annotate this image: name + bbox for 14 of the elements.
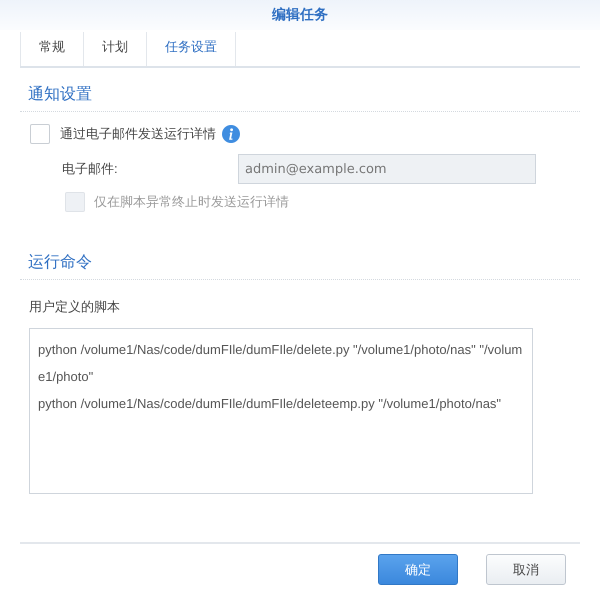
checkbox-label: 通过电子邮件发送运行详情 xyxy=(60,125,216,143)
tab[interactable]: 计划 xyxy=(83,32,146,66)
info-icon xyxy=(222,125,240,143)
cancel-button[interactable]: 取消 xyxy=(486,554,566,585)
script-label: 用户定义的脚本 xyxy=(29,298,121,316)
email-label: 电子邮件: xyxy=(62,160,119,178)
checkbox[interactable] xyxy=(30,124,50,144)
window-title: 编辑任务 xyxy=(272,6,328,24)
tab[interactable]: 常规 xyxy=(20,32,83,66)
script-textarea[interactable]: python /volume1/Nas/code/dumFIle/dumFIle/delete.py "/volume1/photo/nas" "/volume1/photo" python /volume1/Nas/code/dumFIle/dumFIle/deleteemp.py "/volume1/photo/nas" xyxy=(29,328,533,494)
checkbox-label: 仅在脚本异常终止时发送运行详情 xyxy=(94,193,289,211)
tab[interactable]: 任务设置 xyxy=(146,32,236,66)
section-heading: 运行命令 xyxy=(20,252,580,280)
section-heading: 通知设置 xyxy=(20,84,580,112)
